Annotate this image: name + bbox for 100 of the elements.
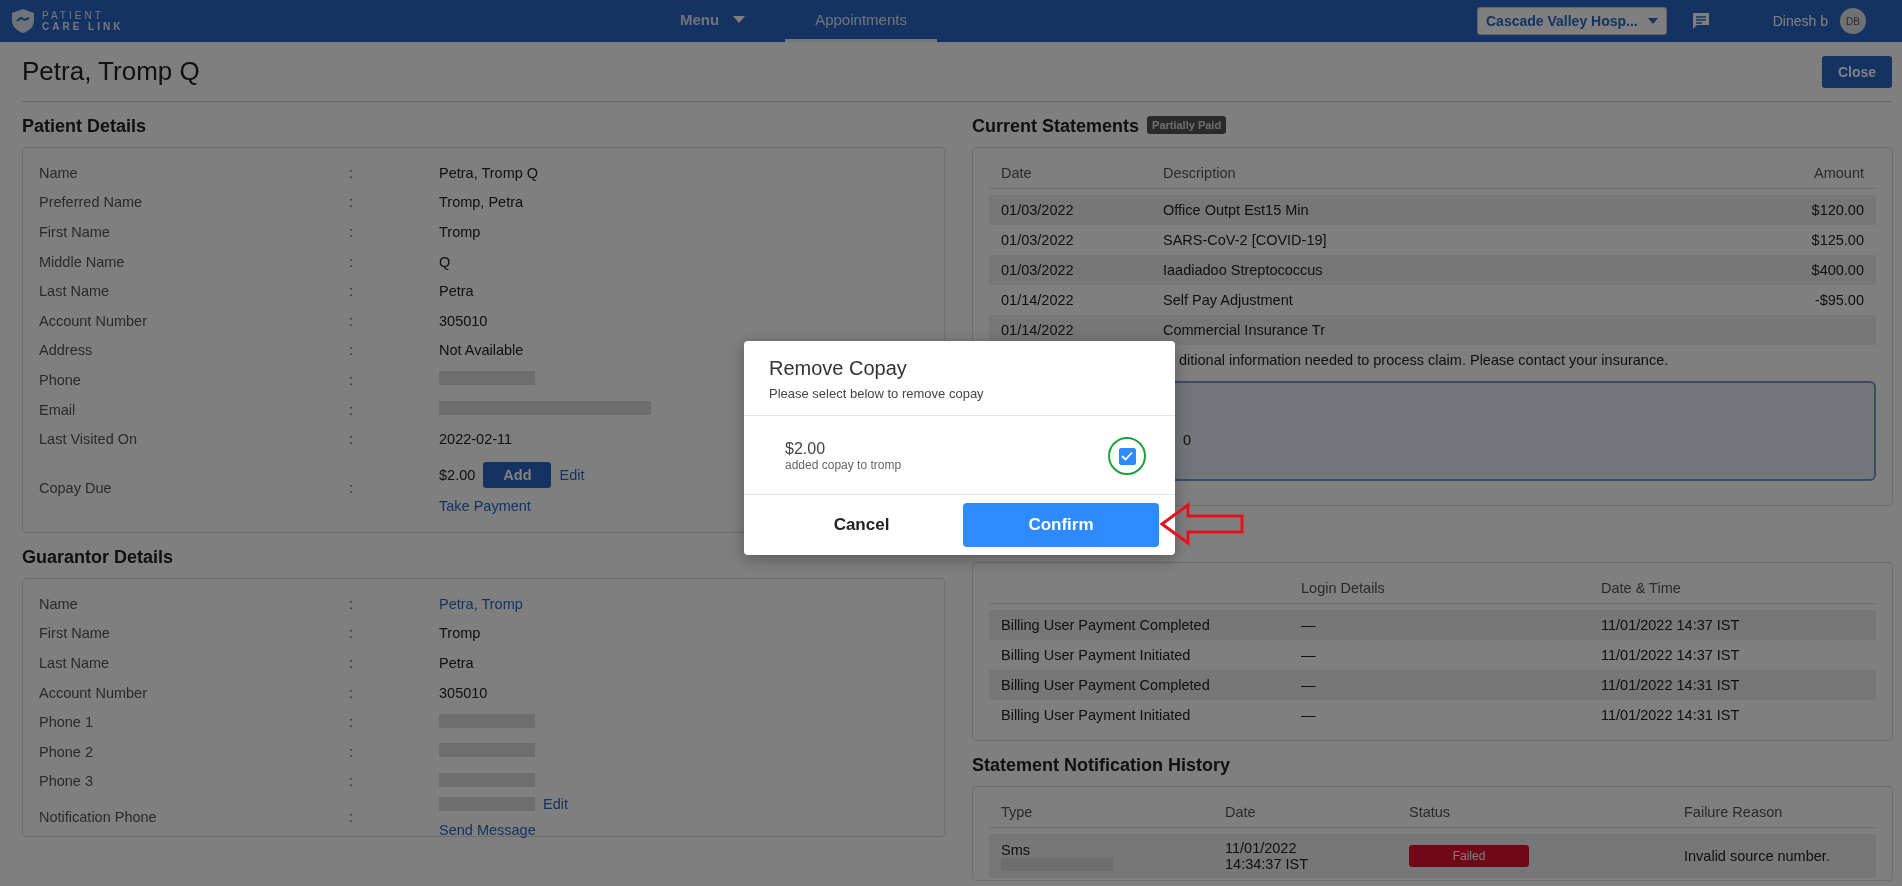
table-cell-text: Billing User Payment Completed [1001,617,1211,633]
field-value: 305010 [439,684,488,701]
field-value: Not Available [439,342,524,359]
status-badge: Failed [1409,845,1529,867]
table-cell-text: Billing User Payment Initiated [1001,707,1192,723]
table-cell-text: 14:34:37 IST [1225,856,1310,872]
colon-separator: : [349,479,355,496]
table-cell-text: 11/01/2022 14:31 IST [1601,677,1741,693]
field-label: First Name [39,224,111,240]
add-button[interactable]: Add [483,461,552,488]
field-label: Email [39,401,77,418]
column-header: Failure Reason [1684,804,1784,820]
colon-separator: : [349,194,355,211]
colon-separator: : [349,253,355,270]
colon-separator: : [349,312,355,329]
info-text: 0 [1183,432,1192,448]
guarantor-link[interactable]: Petra, Tromp [439,595,523,612]
field-value: Tromp [439,625,481,642]
field-value: Q [439,253,451,270]
table-cell-text: 01/03/2022 [1001,262,1075,278]
table-cell-text: 11/01/2022 14:37 IST [1601,647,1741,663]
table-cell-text: 11/01/2022 [1225,840,1298,856]
table-cell-text: SARS-CoV-2 [COVID-19] [1163,232,1328,248]
edit-link[interactable]: Edit [543,796,568,813]
edit-link[interactable]: Edit [559,466,585,483]
field-label: Phone 2 [39,743,95,760]
colon-separator: : [349,809,355,826]
field-value: Petra, Tromp Q [439,164,539,181]
table-cell-text: 01/14/2022 [1001,322,1075,338]
table-cell-text: -$95.00 [1813,292,1864,308]
field-label: Copay Due [39,479,113,496]
colon-separator: : [349,714,355,731]
field-label: Name [39,595,79,612]
field-label: Phone 1 [39,714,95,731]
section-title: Statement Notification History [972,755,1232,776]
copay-note: added copay to tromp [785,458,902,472]
field-label: Phone [39,371,82,388]
table-cell-text: — [1301,677,1317,693]
field-label: Name [39,164,79,181]
column-header: Login Details [1301,580,1386,596]
column-header: Date & Time [1601,580,1682,596]
field-value: 305010 [439,312,488,329]
field-label: Last Name [39,283,111,300]
chat-icon[interactable] [1690,11,1711,31]
table-cell-text: 01/03/2022 [1001,202,1075,218]
table-cell-text: 01/14/2022 [1001,292,1075,308]
facility-select[interactable]: Cascade Valley Hosp... [1477,7,1667,35]
section-title: Guarantor Details [22,546,175,568]
table-cell-text: Billing User Payment Completed [1001,677,1211,693]
confirm-button[interactable]: Confirm [963,503,1159,547]
column-header: Date [1001,165,1033,181]
colon-separator: : [349,625,355,642]
menu-dropdown[interactable]: Menu [650,0,776,42]
field-value: Tromp, Petra [439,194,524,211]
user-name[interactable]: Dinesh b [1772,13,1828,29]
table-cell-text: Self Pay Adjustment [1163,292,1294,308]
section-title: Patient Details [22,116,148,137]
cancel-button[interactable]: Cancel [760,503,963,547]
colon-separator: : [349,431,355,448]
patient-title: Petra, Tromp Q [22,56,200,87]
colon-separator: : [349,595,355,612]
table-cell-text: $400.00 [1810,262,1864,278]
copay-checkbox[interactable] [1118,447,1136,465]
colon-separator: : [349,684,355,701]
claim-note: ditional information needed to process claim. Please contact your insurance. [1179,352,1669,368]
shield-logo-icon [10,8,36,34]
close-button[interactable]: Close [1821,55,1892,88]
table-cell-text: — [1301,647,1317,663]
table-cell-text: 11/01/2022 14:31 IST [1601,707,1741,723]
table-cell-text: Sms [1001,841,1031,858]
logo-text: CARE LINK [42,21,124,32]
colon-separator: : [349,743,355,760]
column-header: Type [1001,804,1034,820]
colon-separator: : [349,164,355,181]
field-value: Petra [439,283,474,300]
copay-amount: $2.00 [785,440,827,458]
colon-separator: : [349,371,355,388]
field-label: Preferred Name [39,194,144,211]
table-cell-text: Invalid source number. [1684,848,1831,864]
field-label: Phone 3 [39,773,95,790]
section-title: Current Statements [972,116,1140,137]
dialog-title: Remove Copay [769,357,908,380]
nav-tab[interactable]: Appointments [785,0,937,42]
field-label: Address [39,342,94,359]
table-cell-text: Commercial Insurance Tr [1163,322,1326,338]
field-label: First Name [39,625,111,642]
colon-separator: : [349,224,355,240]
table-cell-text: Billing User Payment Initiated [1001,647,1192,663]
colon-separator: : [349,401,355,418]
field-label: Notification Phone [39,809,158,826]
field-label: Account Number [39,684,148,701]
colon-separator: : [349,283,355,300]
send-message-link[interactable]: Send Message [439,822,928,839]
table-cell-text: $120.00 [1810,202,1864,218]
table-cell-text: — [1301,707,1317,723]
column-header: Status [1409,804,1452,820]
colon-separator: : [349,773,355,790]
avatar[interactable]: DB [1840,8,1866,34]
field-label: Middle Name [39,253,126,270]
dialog-subtitle: Please select below to remove copay [769,386,985,401]
